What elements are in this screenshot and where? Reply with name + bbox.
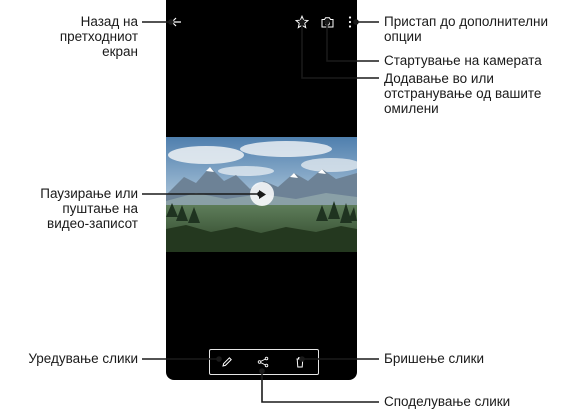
callout-back: Назад на претходниот екран: [59, 14, 138, 59]
callout-play: Паузирање или пуштање на видео-записот: [40, 186, 138, 231]
callout-more: Пристап до дополнителни опции: [384, 14, 548, 44]
callout-edit: Уредување слики: [28, 351, 138, 366]
callout-delete: Бришење слики: [384, 351, 485, 366]
callout-favorite: Додавање во или отстранување од вашите о…: [384, 71, 542, 116]
callout-share: Споделување слики: [384, 394, 511, 409]
callout-camera: Стартување на камерата: [384, 53, 542, 68]
